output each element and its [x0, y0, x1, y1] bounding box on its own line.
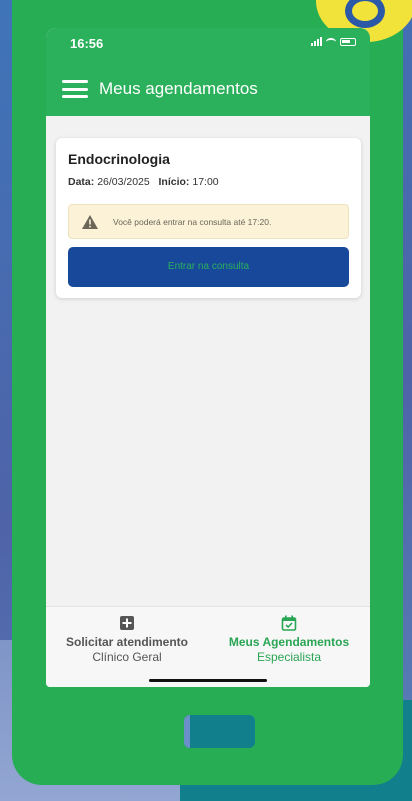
plus-square-icon — [120, 616, 134, 630]
wifi-icon — [326, 37, 336, 46]
enter-consultation-button[interactable]: Entrar na consulta — [68, 247, 349, 287]
appointment-card: Endocrinologia Data: 26/03/2025 Início: … — [56, 138, 361, 298]
menu-icon[interactable] — [62, 80, 88, 98]
warning-banner: Você poderá entrar na consulta até 17:20… — [68, 204, 349, 239]
phone-home-button[interactable] — [184, 715, 255, 748]
start-label: Início: — [158, 176, 190, 188]
nav-label-my-appointments: Meus Agendamentos — [228, 635, 350, 649]
signal-icon — [311, 37, 322, 46]
date-value: 26/03/2025 — [97, 176, 150, 188]
start-value: 17:00 — [192, 176, 219, 188]
nav-item-request-care[interactable]: Solicitar atendimento Clínico Geral — [46, 615, 208, 664]
status-icons — [311, 37, 356, 46]
warning-icon — [82, 215, 98, 229]
nav-label-request-care: Solicitar atendimento — [65, 635, 189, 649]
status-time: 16:56 — [70, 36, 104, 51]
warning-text: Você poderá entrar na consulta até 17:20… — [113, 217, 272, 227]
app-screen: 16:56 Meus agendamentos Endocrinologia D… — [46, 28, 370, 687]
home-indicator[interactable] — [149, 679, 267, 682]
nav-sub-request-care: Clínico Geral — [92, 650, 162, 664]
bottom-nav: Solicitar atendimento Clínico Geral Meus… — [46, 606, 370, 687]
battery-icon — [340, 37, 356, 46]
page-title: Meus agendamentos — [99, 79, 258, 98]
date-label: Data: — [68, 176, 95, 188]
appointment-specialty: Endocrinologia — [68, 151, 170, 167]
app-header: 16:56 Meus agendamentos — [46, 28, 370, 116]
nav-item-my-appointments[interactable]: Meus Agendamentos Especialista — [208, 615, 370, 664]
appointment-datetime: Data: 26/03/2025 Início: 17:00 — [68, 176, 219, 188]
calendar-check-icon — [281, 615, 297, 631]
nav-sub-my-appointments: Especialista — [256, 650, 322, 664]
